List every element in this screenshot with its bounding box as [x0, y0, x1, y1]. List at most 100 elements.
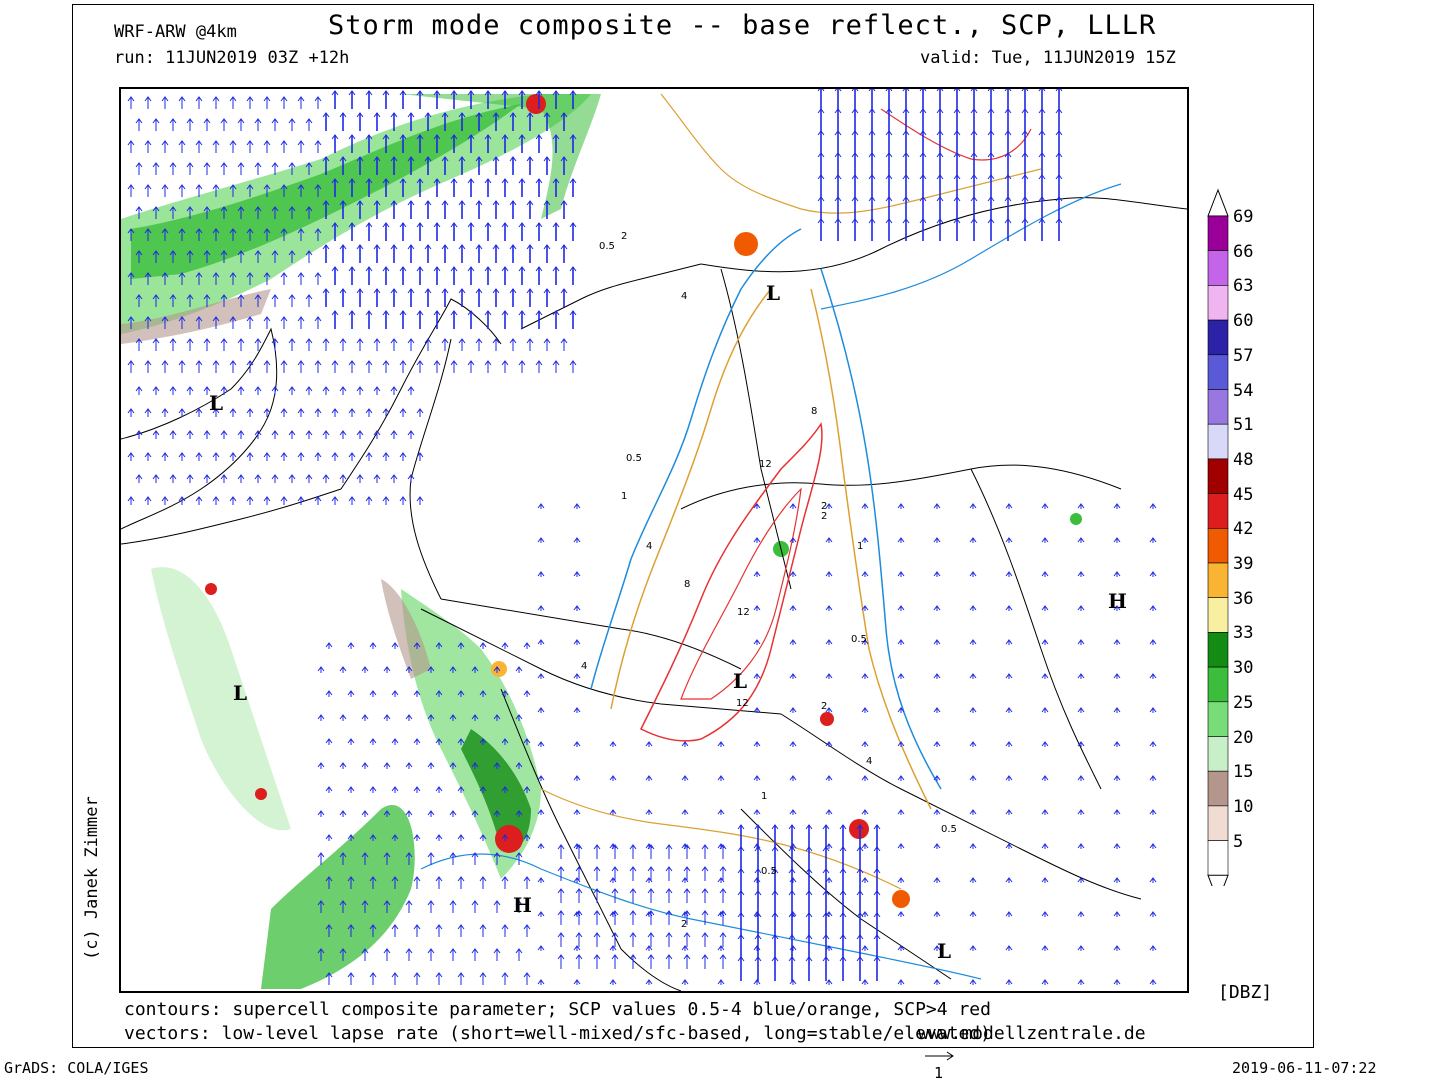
- colorbar-label-66: 66: [1233, 241, 1254, 262]
- scp-contour-red-1: [639, 422, 823, 742]
- scp-contour-orange-2: [810, 288, 932, 810]
- reflectivity-cell-red-4: [820, 712, 834, 726]
- colorbar-swatch-51: [1207, 423, 1229, 460]
- coastline-lowlands: [340, 298, 502, 490]
- scp-label: 2: [821, 501, 827, 512]
- colorbar-top-cap: [1207, 188, 1229, 217]
- colorbar-label-69: 69: [1233, 207, 1254, 227]
- colorbar-label-15: 15: [1233, 762, 1254, 783]
- scp-label: 8: [811, 406, 817, 417]
- scp-label: 1: [621, 491, 627, 502]
- scp-label: 12: [759, 459, 772, 470]
- site-label: www.modellzentrale.de: [918, 1023, 1146, 1044]
- scp-label: 0.5: [761, 866, 777, 877]
- colorbar-swatch-36: [1207, 597, 1229, 633]
- low-pressure-label: L: [937, 939, 952, 963]
- reflectivity-cell-green-4: [255, 788, 267, 800]
- border-poland-west: [720, 268, 792, 590]
- colorbar-swatch-33: [1207, 632, 1229, 668]
- colorbar-bottom-cap: [1207, 874, 1229, 886]
- scp-contour-orange-3: [540, 788, 902, 890]
- colorbar-swatch-39: [1207, 562, 1229, 599]
- coastline-baltic: [700, 197, 1187, 273]
- map-canvas: 0.524812210.541281224210.540.5120.5: [121, 89, 1187, 991]
- reflectivity-cell-red-2: [526, 94, 546, 114]
- border-germany-west: [409, 338, 452, 600]
- scp-label: 4: [866, 756, 872, 767]
- low-pressure-label: L: [209, 391, 224, 415]
- reflectivity-west-cells: [151, 567, 291, 831]
- colorbar-label-57: 57: [1233, 345, 1254, 366]
- valid-label: valid: Tue, 11JUN2019 15Z: [920, 48, 1176, 68]
- timestamp-label: 2019-06-11-07:22: [1232, 1059, 1377, 1077]
- scp-label: 1: [761, 791, 767, 802]
- colorbar-label-51: 51: [1233, 415, 1254, 436]
- colorbar-label-36: 36: [1233, 588, 1254, 609]
- scp-contour-red-2: [680, 487, 802, 700]
- colorbar-swatch-57: [1207, 354, 1229, 390]
- colorbar-swatch-30: [1207, 666, 1229, 703]
- high-pressure-label: H: [513, 893, 532, 917]
- scp-label: 4: [646, 541, 652, 552]
- colorbar-swatch-20: [1207, 736, 1229, 772]
- scp-label: 2: [621, 231, 627, 242]
- scp-label: 0.5: [941, 824, 957, 835]
- reflectivity-cell-green-2: [1070, 513, 1082, 525]
- scp-label: 2: [821, 701, 827, 712]
- reflectivity-cell-orange-1: [734, 232, 758, 256]
- weather-map: 0.5 2 4 8 12 2 1 0.5 4 12 8 12 2 4 2 1 0.5 4 0.5 1 2 0.5 LLHL…: [119, 87, 1189, 993]
- colorbar-swatch-5: [1207, 840, 1229, 876]
- borders-layer: [121, 197, 1187, 991]
- colorbar-label-42: 42: [1233, 519, 1254, 540]
- vectors-note: vectors: low-level lapse rate (short=wel…: [124, 1023, 991, 1044]
- colorbar-label-20: 20: [1233, 727, 1254, 748]
- colorbar-label-54: 54: [1233, 380, 1254, 401]
- run-label: run: 11JUN2019 03Z +12h: [114, 48, 350, 68]
- credit-label: (c) Janek Zimmer: [82, 796, 102, 960]
- colorbar-label-39: 39: [1233, 554, 1254, 574]
- coastline-france-north: [121, 488, 342, 545]
- scp-contour-orange-1: [610, 288, 772, 710]
- scp-label: 12: [736, 698, 749, 709]
- colorbar-swatch-63: [1207, 285, 1229, 321]
- scp-contour-orange-4: [660, 93, 1042, 214]
- scp-value-labels: 0.524812210.541281224210.540.5120.5: [581, 231, 957, 930]
- low-pressure-label: L: [233, 681, 248, 705]
- scp-label: 2: [821, 511, 827, 522]
- colorbar-label-48: 48: [1233, 449, 1254, 470]
- colorbar-label-33: 33: [1233, 623, 1254, 644]
- reflectivity-sw-cells: [261, 805, 415, 989]
- colorbar-label-25: 25: [1233, 692, 1254, 713]
- border-balkans: [780, 713, 1142, 900]
- colorbar-label-60: 60: [1233, 311, 1254, 332]
- colorbar-swatch-54: [1207, 389, 1229, 425]
- scp-label: 8: [684, 579, 690, 590]
- scp-label: 12: [737, 607, 750, 618]
- colorbar-label-10: 10: [1233, 796, 1254, 817]
- model-label: WRF-ARW @4km: [114, 22, 237, 42]
- colorbar-unit: [DBZ]: [1218, 982, 1273, 1003]
- grads-label: GrADS: COLA/IGES: [4, 1059, 149, 1077]
- vector-scale-arrow: [925, 1051, 954, 1061]
- vectors-note-text: vectors: low-level lapse rate (short=wel…: [124, 1023, 991, 1044]
- colorbar-swatch-69: [1207, 215, 1229, 252]
- colorbar-label-30: 30: [1233, 658, 1254, 679]
- high-pressure-label: H: [1108, 589, 1127, 613]
- vector-scale-label: 1: [934, 1064, 944, 1082]
- scp-label: 4: [581, 661, 587, 672]
- reflectivity-layer: [121, 94, 1082, 989]
- low-pressure-label: L: [766, 281, 781, 305]
- colorbar-swatch-25: [1207, 701, 1229, 737]
- scp-label: 0.5: [851, 634, 867, 645]
- scp-label: 0.5: [599, 241, 615, 252]
- reflectivity-cell-green-3: [205, 583, 217, 595]
- colorbar-swatch-48: [1207, 458, 1229, 494]
- reflectivity-nw-band: [121, 94, 591, 334]
- colorbar-swatch-42: [1207, 527, 1229, 564]
- colorbar-swatch-15: [1207, 770, 1229, 807]
- scp-contour-blue-4: [820, 183, 1122, 310]
- colorbar-swatch-10: [1207, 805, 1229, 841]
- colorbar-label-63: 63: [1233, 276, 1254, 297]
- scp-label: 0.5: [626, 453, 642, 464]
- colorbar-label-5: 5: [1233, 831, 1244, 852]
